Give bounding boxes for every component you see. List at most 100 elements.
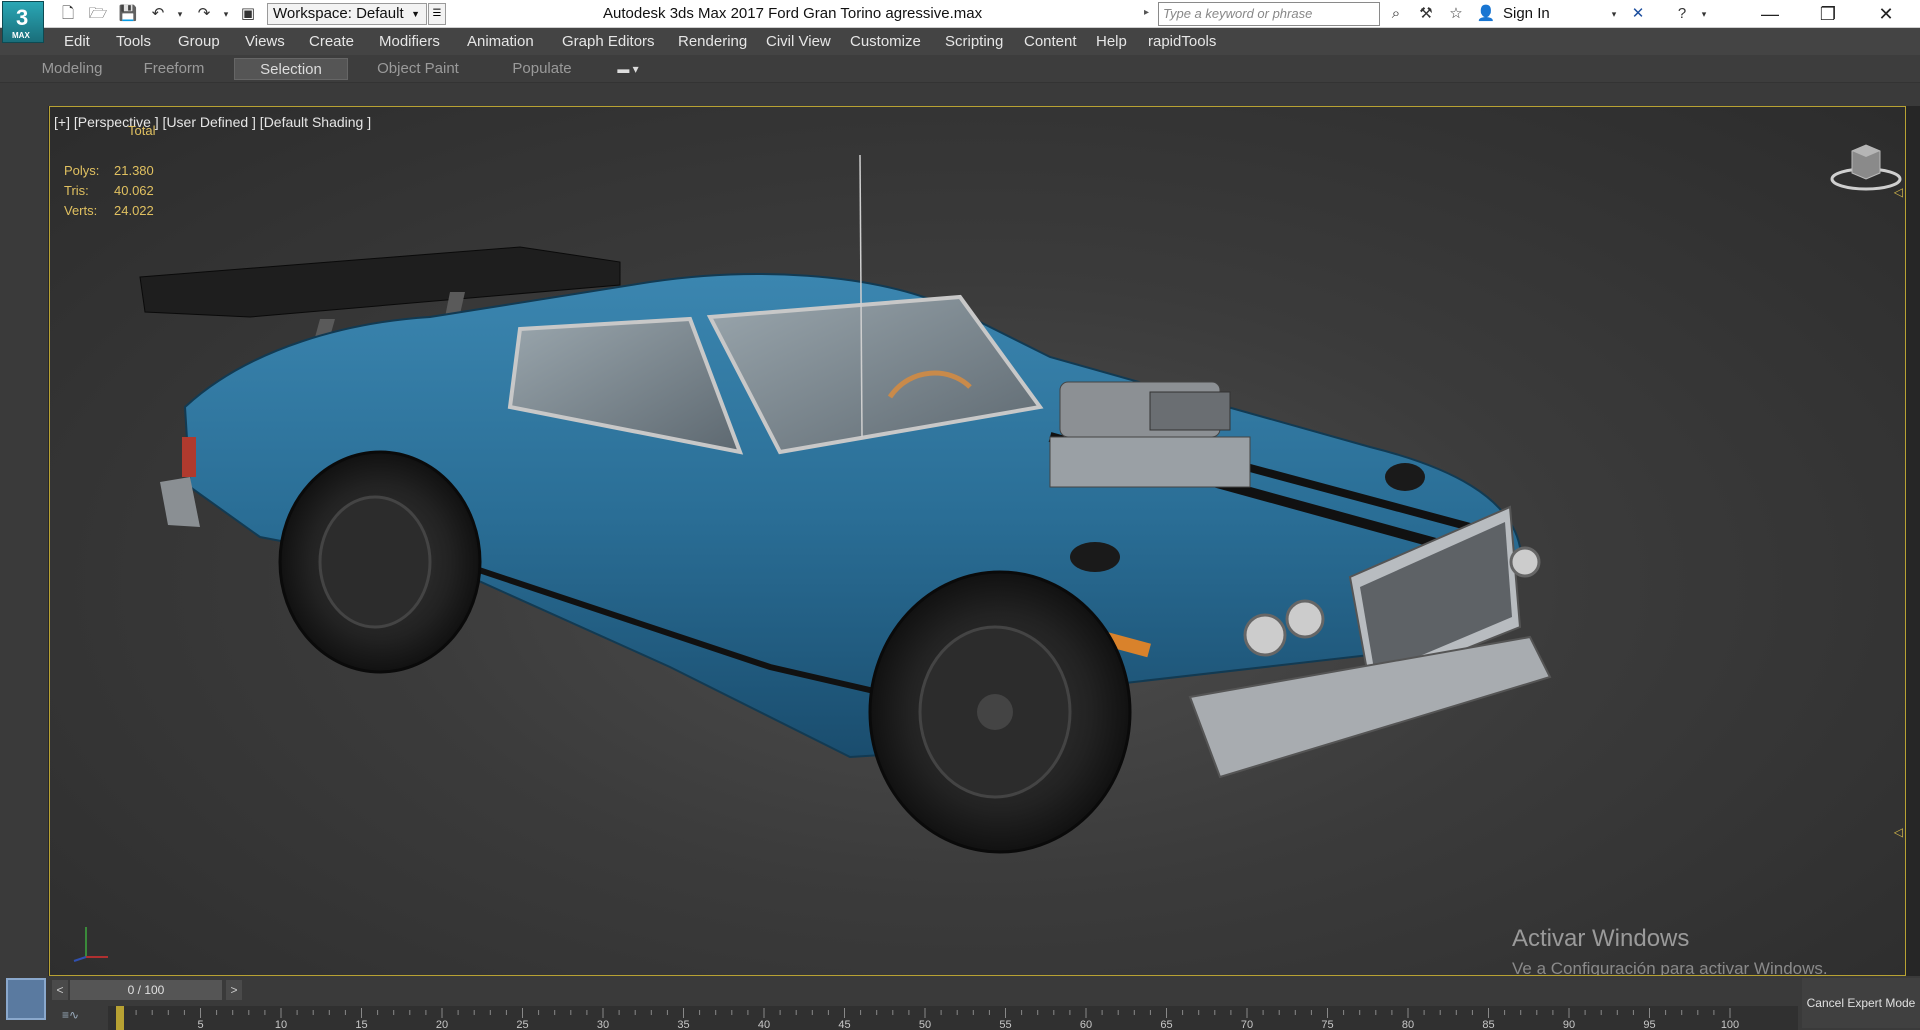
- menu-group[interactable]: Group: [178, 33, 220, 50]
- binoculars-icon[interactable]: ⌕: [1386, 4, 1406, 24]
- perspective-viewport[interactable]: [+] [Perspective ] [User Defined ] [Defa…: [49, 106, 1906, 976]
- app-logo-text: 3: [16, 5, 29, 30]
- menu-views[interactable]: Views: [245, 33, 285, 50]
- menu-modifiers[interactable]: Modifiers: [379, 33, 440, 50]
- ribbon-tabs: Modeling Freeform Selection Object Paint…: [0, 55, 1920, 82]
- side-mirror: [1070, 542, 1120, 572]
- timeline-tick-label: 45: [838, 1019, 850, 1030]
- restore-icon[interactable]: ❐: [1800, 0, 1856, 28]
- current-frame-marker[interactable]: [116, 1006, 124, 1030]
- timeline-tick-label: 20: [436, 1019, 448, 1030]
- save-icon[interactable]: 💾: [118, 4, 138, 24]
- viewport-label[interactable]: [+] [Perspective ] [User Defined ] [Defa…: [54, 114, 371, 130]
- ribbon-options-icon[interactable]: ▬ ▾: [608, 58, 648, 80]
- timeline-track[interactable]: 5 10 15 20 25 30 35 40 45 50 55 60 65 70 75 80 85 90 95 100: [108, 1006, 1798, 1030]
- open-file-icon[interactable]: 🗁: [88, 4, 108, 24]
- tab-object-paint[interactable]: Object Paint: [362, 58, 474, 80]
- curve-editor-icon[interactable]: ≡∿: [62, 1008, 79, 1022]
- timeline-tick-label: 75: [1321, 1019, 1333, 1030]
- undo-icon[interactable]: ↶: [148, 4, 168, 24]
- stats-key: Polys:: [64, 163, 100, 178]
- timeline-tick-label: 65: [1160, 1019, 1172, 1030]
- sign-in-link[interactable]: Sign In: [1503, 5, 1550, 22]
- menu-edit[interactable]: Edit: [64, 33, 90, 50]
- stats-header: Total: [128, 123, 156, 138]
- ribbon-panel: [0, 82, 1920, 106]
- minimize-icon[interactable]: —: [1742, 0, 1798, 28]
- tab-populate[interactable]: Populate: [492, 58, 592, 80]
- redo-history-icon[interactable]: ▾: [216, 4, 236, 24]
- activation-watermark-subtitle: Ve a Configuración para activar Windows.: [1512, 959, 1828, 976]
- app-logo-button[interactable]: 3 MAX: [2, 1, 44, 43]
- stats-key: Verts:: [64, 203, 98, 218]
- timeline-tick-label: 30: [597, 1019, 609, 1030]
- menu-customize[interactable]: Customize: [850, 33, 921, 50]
- project-folder-icon[interactable]: ▣: [238, 4, 258, 24]
- timeline-tick-label: 60: [1080, 1019, 1092, 1030]
- workspace-dropdown[interactable]: Workspace: Default ▼: [267, 3, 427, 25]
- menu-create[interactable]: Create: [309, 33, 354, 50]
- stats-value: 21.380: [114, 163, 154, 178]
- timeline-tick-label: 5: [197, 1019, 203, 1030]
- viewport-marker-icon: ◁: [1893, 825, 1903, 839]
- timeline-tick-label: 85: [1482, 1019, 1494, 1030]
- timeline-tick-label: 15: [355, 1019, 367, 1030]
- timeline-prev-button[interactable]: <: [52, 980, 68, 1000]
- tab-modeling[interactable]: Modeling: [26, 58, 118, 80]
- exchange-apps-icon[interactable]: ✕: [1628, 4, 1648, 24]
- app-window: 3 MAX 🗋 🗁 💾 ↶ ▾ ↷ ▾ ▣ Workspace: Default…: [0, 0, 1920, 1030]
- timeline-tick-label: 10: [275, 1019, 287, 1030]
- stats-key: Tris:: [64, 183, 89, 198]
- undo-history-icon[interactable]: ▾: [170, 4, 190, 24]
- menu-rendering[interactable]: Rendering: [678, 33, 747, 50]
- timeline-next-button[interactable]: >: [226, 980, 242, 1000]
- search-expand-icon[interactable]: ▸: [1144, 7, 1149, 18]
- tab-selection[interactable]: Selection: [234, 58, 348, 80]
- title-bar: 3 MAX 🗋 🗁 💾 ↶ ▾ ↷ ▾ ▣ Workspace: Default…: [0, 0, 1920, 43]
- front-wheel: [868, 570, 1132, 854]
- mini-listener-button[interactable]: [6, 978, 46, 1020]
- timeline-tick-label: 100: [1721, 1019, 1739, 1030]
- timeline-tick-label: 40: [758, 1019, 770, 1030]
- menu-animation[interactable]: Animation: [467, 33, 534, 50]
- menu-content[interactable]: Content: [1024, 33, 1077, 50]
- window-title: Autodesk 3ds Max 2017 Ford Gran Torino a…: [603, 5, 983, 22]
- timeline-tick-label: 25: [516, 1019, 528, 1030]
- activation-watermark-title: Activar Windows: [1512, 925, 1690, 952]
- timeline-tick-label: 55: [999, 1019, 1011, 1030]
- subscription-icon[interactable]: ⚒: [1416, 4, 1436, 24]
- menu-graph-editors[interactable]: Graph Editors: [562, 33, 655, 50]
- sign-in-dropdown-icon[interactable]: ▾: [1604, 4, 1624, 24]
- workspace-menu-button[interactable]: ☰: [428, 3, 446, 25]
- help-icon[interactable]: ?: [1672, 4, 1692, 24]
- help-dropdown-icon[interactable]: ▾: [1694, 4, 1714, 24]
- timeline: < 0 / 100 > ≡∿ 5 10 15 20 25 30 35 40 45 50 55 60 65…: [0, 976, 1920, 1030]
- menu-bar: Edit Tools Group Views Create Modifiers …: [0, 28, 1920, 55]
- time-slider[interactable]: 0 / 100: [70, 980, 222, 1000]
- new-file-icon[interactable]: 🗋: [58, 4, 78, 24]
- menu-scripting[interactable]: Scripting: [945, 33, 1003, 50]
- close-icon[interactable]: ✕: [1858, 0, 1914, 28]
- timeline-tick-label: 35: [677, 1019, 689, 1030]
- timeline-tick-label: 70: [1241, 1019, 1253, 1030]
- cancel-expert-mode-button[interactable]: Cancel Expert Mode: [1802, 978, 1920, 1028]
- redo-icon[interactable]: ↷: [194, 4, 214, 24]
- search-input[interactable]: Type a keyword or phrase: [1158, 2, 1380, 26]
- workspace-label: Workspace: Default: [273, 5, 404, 22]
- favorites-star-icon[interactable]: ☆: [1446, 4, 1466, 24]
- menu-rapidtools[interactable]: rapidTools: [1148, 33, 1216, 50]
- left-toolbar: ▶: [0, 106, 48, 976]
- chevron-down-icon: ▼: [411, 9, 420, 19]
- side-mirror-right: [1385, 463, 1425, 491]
- menu-civil-view[interactable]: Civil View: [766, 33, 831, 50]
- car-model[interactable]: [50, 107, 1906, 976]
- timeline-ticks: 5 10 15 20 25 30 35 40 45 50 55 60 65 70 75 80 85 90 95 100: [116, 1006, 1739, 1030]
- timeline-tick-label: 50: [919, 1019, 931, 1030]
- stats-value: 24.022: [114, 203, 154, 218]
- user-icon[interactable]: 👤: [1476, 4, 1496, 24]
- stats-value: 40.062: [114, 183, 154, 198]
- menu-tools[interactable]: Tools: [116, 33, 151, 50]
- viewport-marker-icon: ◁: [1893, 185, 1903, 199]
- tab-freeform[interactable]: Freeform: [128, 58, 220, 80]
- menu-help[interactable]: Help: [1096, 33, 1127, 50]
